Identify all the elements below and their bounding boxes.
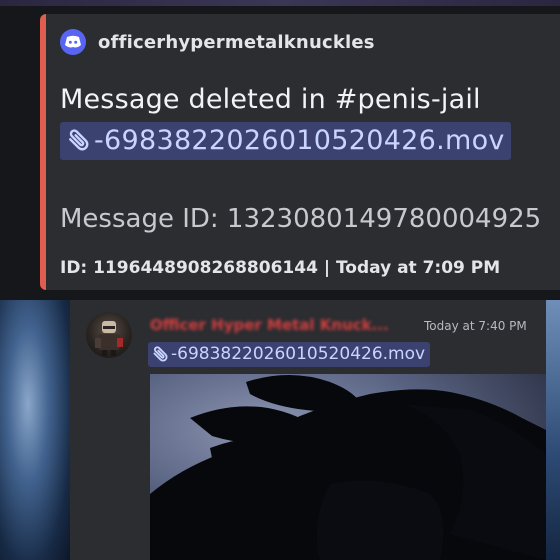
- deleted-attachment-link[interactable]: -6983822026010520426.mov: [60, 122, 511, 160]
- log-embed: officerhypermetalknuckles Message delete…: [40, 14, 560, 290]
- message-screenshot: Officer Hyper Metal Knuck... Today at 7:…: [0, 300, 560, 560]
- message-id-field: Message ID: 1323080149780004925: [60, 204, 542, 234]
- attachment-filename: -6983822026010520426.mov: [171, 344, 426, 364]
- paperclip-icon: [149, 343, 171, 365]
- log-panel: officerhypermetalknuckles Message delete…: [0, 0, 560, 300]
- discord-logo-icon: [60, 29, 86, 55]
- background-art-right: [546, 300, 560, 560]
- embed-author-name: officerhypermetalknuckles: [98, 31, 375, 53]
- user-avatar[interactable]: [86, 312, 132, 358]
- message-attachment-link[interactable]: -6983822026010520426.mov: [148, 342, 431, 367]
- background-art-left: [0, 300, 70, 560]
- paperclip-icon: [62, 124, 94, 156]
- chat-message: Officer Hyper Metal Knuck... Today at 7:…: [70, 300, 546, 560]
- video-frame-silhouette: [150, 375, 546, 560]
- message-username[interactable]: Officer Hyper Metal Knuck...: [150, 316, 389, 334]
- video-preview[interactable]: [150, 374, 546, 560]
- embed-footer: ID: 1196448908268806144 | Today at 7:09 …: [60, 258, 501, 278]
- embed-author: officerhypermetalknuckles: [60, 29, 375, 55]
- screenshot-canvas: officerhypermetalknuckles Message delete…: [0, 0, 560, 560]
- embed-title: Message deleted in #penis-jail: [60, 84, 481, 115]
- message-timestamp[interactable]: Today at 7:40 PM: [424, 319, 527, 333]
- top-strip: [0, 0, 560, 6]
- embed-accent-border: [40, 14, 46, 290]
- attachment-filename: -6983822026010520426.mov: [94, 124, 505, 156]
